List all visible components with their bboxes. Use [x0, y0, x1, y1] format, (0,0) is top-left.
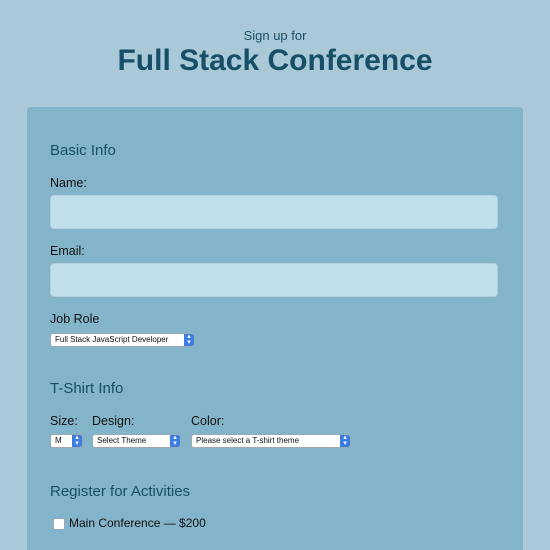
name-input[interactable]	[50, 195, 498, 229]
registration-form: Basic Info Name: Email: Job Role Full St…	[27, 107, 523, 550]
basic-info-heading: Basic Info	[50, 142, 116, 159]
design-label: Design:	[92, 414, 135, 428]
page-header: Sign up for Full Stack Conference	[0, 0, 550, 78]
select-arrows-icon: ▴ ▾	[72, 435, 82, 447]
size-selected-value: M	[55, 436, 62, 445]
activities-heading: Register for Activities	[50, 483, 191, 500]
job-role-select[interactable]: Full Stack JavaScript Developer ▴ ▾	[50, 333, 195, 347]
design-selected-value: Select Theme	[97, 436, 147, 445]
email-label: Email:	[50, 244, 85, 258]
size-select[interactable]: M ▴ ▾	[50, 434, 83, 448]
email-input[interactable]	[50, 263, 498, 297]
main-conference-checkbox[interactable]	[53, 518, 65, 530]
color-label: Color:	[191, 414, 225, 428]
job-role-label: Job Role	[50, 312, 100, 326]
name-label: Name:	[50, 176, 87, 190]
select-arrows-icon: ▴ ▾	[340, 435, 350, 447]
page-title: Full Stack Conference	[117, 44, 433, 77]
color-selected-value: Please select a T-shirt theme	[196, 436, 300, 445]
size-label: Size:	[50, 414, 78, 428]
page-subtitle: Sign up for	[243, 28, 307, 43]
color-select[interactable]: Please select a T-shirt theme ▴ ▾	[191, 434, 351, 448]
main-conference-label: Main Conference — $200	[69, 516, 206, 530]
job-role-selected-value: Full Stack JavaScript Developer	[55, 335, 169, 344]
page: Sign up for Full Stack Conference Basic …	[0, 0, 550, 550]
select-arrows-icon: ▴ ▾	[184, 334, 194, 346]
select-arrows-icon: ▴ ▾	[170, 435, 180, 447]
tshirt-info-heading: T-Shirt Info	[50, 380, 124, 397]
design-select[interactable]: Select Theme ▴ ▾	[92, 434, 181, 448]
